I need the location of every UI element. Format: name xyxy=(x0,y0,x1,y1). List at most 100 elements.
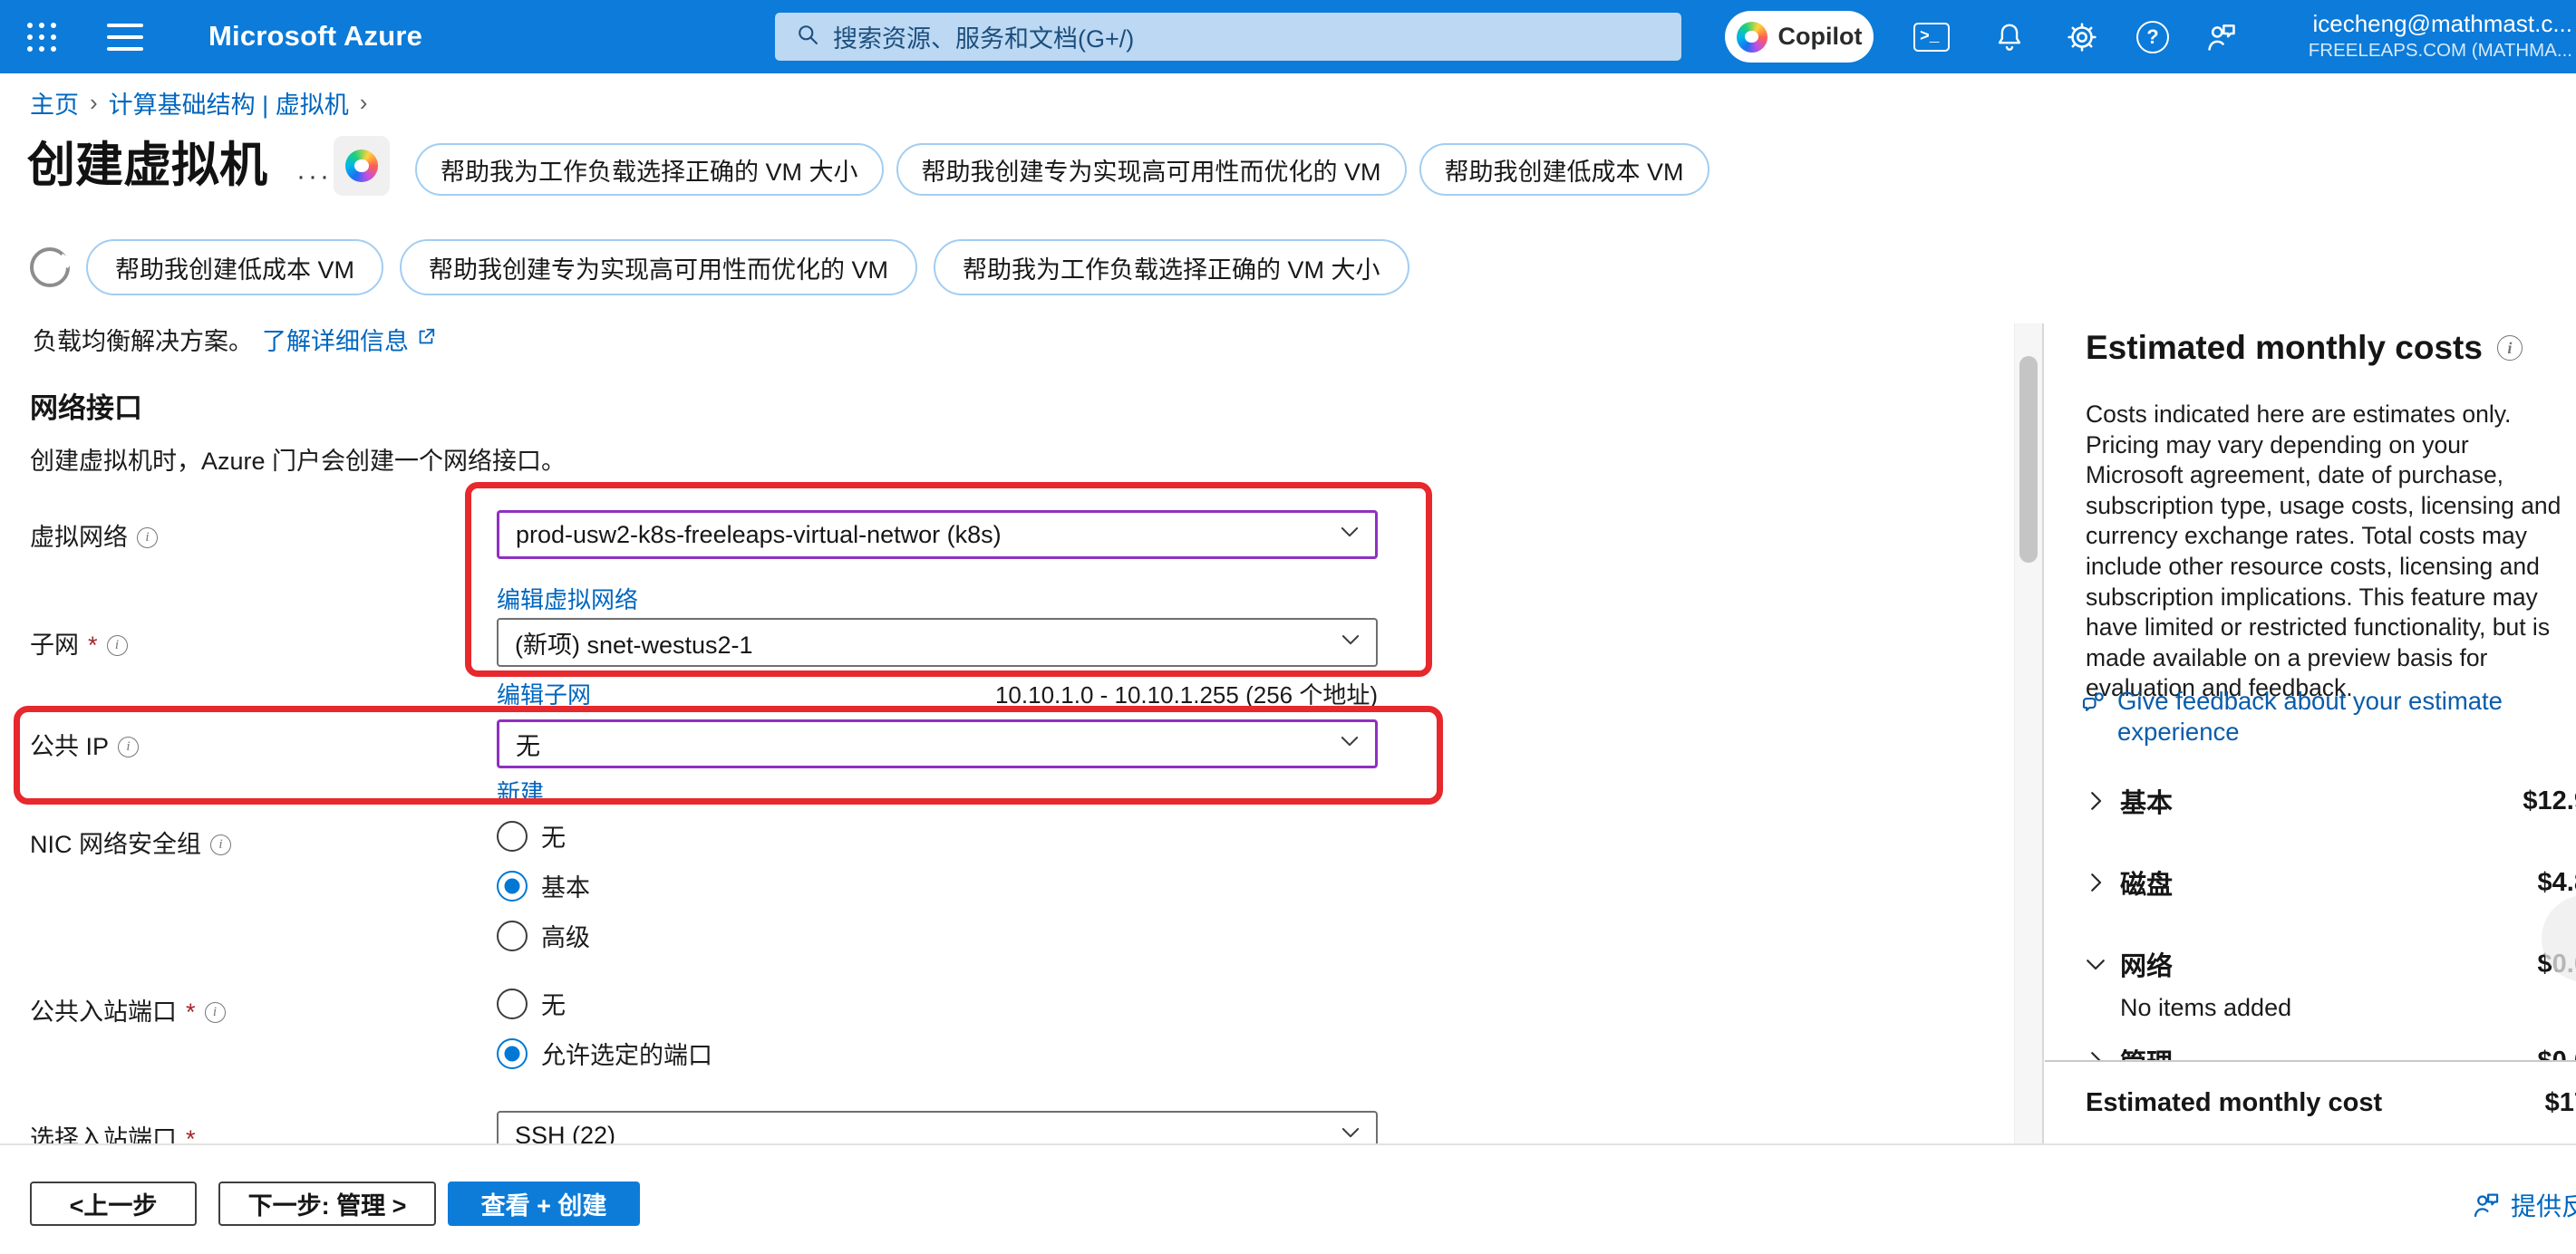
search-icon xyxy=(795,22,820,52)
info-icon[interactable]: i xyxy=(2497,335,2523,361)
breadcrumb-section[interactable]: 计算基础结构 | 虚拟机 xyxy=(109,85,349,121)
speech-bubbles-icon xyxy=(2079,690,2106,717)
inbound-option-allow-selected[interactable]: 允许选定的端口 xyxy=(497,1036,712,1071)
chevron-down-icon xyxy=(1338,1120,1363,1144)
copilot-chip[interactable]: 帮助我创建专为实现高可用性而优化的 VM xyxy=(400,239,917,295)
page-title: 创建虚拟机 xyxy=(27,127,267,196)
scrollbar-thumb[interactable] xyxy=(2019,356,2038,563)
edit-subnet-link[interactable]: 编辑子网 xyxy=(497,677,591,710)
feedback-button[interactable] xyxy=(2201,16,2242,58)
top-bar: Microsoft Azure 搜索资源、服务和文档(G+/) Copilot … xyxy=(0,0,2576,73)
vertical-scrollbar[interactable] xyxy=(2014,323,2042,1143)
radio-button[interactable] xyxy=(497,989,528,1019)
radio-button-selected[interactable] xyxy=(497,871,528,902)
nsg-option-basic[interactable]: 基本 xyxy=(497,868,590,903)
gear-icon xyxy=(2066,21,2098,53)
account-email: icecheng@mathmast.c... xyxy=(2309,10,2572,39)
network-empty-note: No items added xyxy=(2120,994,2291,1022)
total-label: Estimated monthly cost xyxy=(2086,1088,2382,1118)
subnet-dropdown[interactable]: (新项) snet-westus2-1 xyxy=(497,618,1378,667)
chevron-down-icon xyxy=(1338,627,1363,659)
panel-divider xyxy=(2042,323,2044,1143)
account-tenant: FREELEAPS.COM (MATHMA... xyxy=(2309,39,2572,62)
help-button[interactable]: ? xyxy=(2132,16,2174,58)
learn-more-link[interactable]: 了解详细信息 xyxy=(262,322,436,357)
chevron-down-icon xyxy=(1337,728,1362,760)
create-new-public-ip-link[interactable]: 新建 xyxy=(497,775,544,808)
estimate-feedback-link[interactable]: Give feedback about your estimate experi… xyxy=(2079,686,2514,748)
app-launcher-icon[interactable] xyxy=(24,20,60,54)
copilot-suggestions-button[interactable] xyxy=(334,136,390,196)
copilot-chip[interactable]: 帮助我创建低成本 VM xyxy=(1419,143,1709,196)
inbound-option-none[interactable]: 无 xyxy=(497,986,566,1021)
chevron-down-icon xyxy=(2082,950,2113,978)
breadcrumb: 主页 › 计算基础结构 | 虚拟机 › xyxy=(30,85,367,121)
intro-text-line: 负载均衡解决方案。 了解详细信息 xyxy=(33,322,436,357)
review-create-button[interactable]: 查看 + 创建 xyxy=(448,1182,640,1226)
settings-button[interactable] xyxy=(2061,16,2103,58)
breadcrumb-home[interactable]: 主页 xyxy=(30,85,79,121)
nsg-option-advanced[interactable]: 高级 xyxy=(497,918,590,953)
select-inbound-ports-dropdown[interactable]: SSH (22) xyxy=(497,1111,1378,1143)
external-link-icon xyxy=(416,325,436,353)
public-ip-label: 公共 IP i xyxy=(30,731,139,762)
brand-title[interactable]: Microsoft Azure xyxy=(208,20,422,53)
copilot-chip[interactable]: 帮助我为工作负载选择正确的 VM 大小 xyxy=(934,239,1409,295)
cloud-shell-button[interactable]: >_ xyxy=(1911,16,1952,58)
bell-icon xyxy=(1993,21,2026,53)
copilot-outline-icon xyxy=(30,247,70,287)
estimated-costs-panel: Estimated monthly costs i Costs indicate… xyxy=(2045,323,2576,1143)
copilot-chip[interactable]: 帮助我创建专为实现高可用性而优化的 VM xyxy=(896,143,1407,196)
radio-button-selected[interactable] xyxy=(497,1038,528,1069)
previous-step-button[interactable]: <上一步 xyxy=(30,1182,197,1226)
costs-panel-title: Estimated monthly costs i xyxy=(2086,329,2523,367)
person-feedback-icon xyxy=(2471,1190,2502,1220)
breadcrumb-separator: › xyxy=(90,89,98,117)
radio-button[interactable] xyxy=(497,821,528,852)
footer-feedback-link[interactable]: 提供反馈 xyxy=(2471,1187,2576,1223)
nsg-option-none[interactable]: 无 xyxy=(497,818,566,854)
more-actions-button[interactable]: ··· xyxy=(296,161,332,192)
info-icon[interactable]: i xyxy=(205,1002,226,1023)
chevron-right-icon xyxy=(2082,869,2113,896)
virtual-network-dropdown[interactable]: prod-usw2-k8s-freeleaps-virtual-networ (… xyxy=(497,510,1378,559)
next-step-button[interactable]: 下一步: 管理 > xyxy=(218,1182,436,1226)
help-icon: ? xyxy=(2136,21,2169,53)
nic-nsg-label: NIC 网络安全组 i xyxy=(30,829,231,860)
info-icon[interactable]: i xyxy=(137,527,158,548)
copilot-icon xyxy=(1737,22,1767,53)
copilot-button[interactable]: Copilot xyxy=(1725,11,1874,63)
breadcrumb-separator: › xyxy=(360,89,368,117)
info-icon[interactable]: i xyxy=(107,635,128,656)
notifications-button[interactable] xyxy=(1989,16,2030,58)
copilot-suggestion-chips-top: 帮助我为工作负载选择正确的 VM 大小 帮助我创建专为实现高可用性而优化的 VM… xyxy=(415,143,1709,196)
subnet-address-range: 10.10.1.0 - 10.10.1.255 (256 个地址) xyxy=(816,677,1378,710)
cost-row-disk[interactable]: 磁盘 $4.8 xyxy=(2082,863,2576,902)
cost-row-basic[interactable]: 基本 $12.9 xyxy=(2082,781,2576,821)
total-amount: $17 xyxy=(2545,1088,2576,1118)
copilot-chip[interactable]: 帮助我为工作负载选择正确的 VM 大小 xyxy=(415,143,884,196)
copilot-chip[interactable]: 帮助我创建低成本 VM xyxy=(86,239,383,295)
subnet-label: 子网 * i xyxy=(30,630,128,661)
info-icon[interactable]: i xyxy=(210,834,231,855)
public-ip-dropdown[interactable]: 无 xyxy=(497,719,1378,768)
global-search-input[interactable]: 搜索资源、服务和文档(G+/) xyxy=(775,13,1681,61)
radio-button[interactable] xyxy=(497,921,528,951)
virtual-network-label: 虚拟网络 i xyxy=(30,522,158,553)
public-inbound-ports-label: 公共入站端口 * i xyxy=(30,997,226,1027)
azure-portal-create-vm-page: Microsoft Azure 搜索资源、服务和文档(G+/) Copilot … xyxy=(0,0,2576,1254)
costs-disclaimer: Costs indicated here are estimates only.… xyxy=(2086,400,2570,704)
info-icon[interactable]: i xyxy=(118,737,139,757)
terminal-icon: >_ xyxy=(1913,23,1950,52)
select-inbound-ports-label: 选择入站端口 * xyxy=(30,1124,196,1143)
portal-menu-icon[interactable] xyxy=(107,24,143,51)
account-menu[interactable]: icecheng@mathmast.c... FREELEAPS.COM (MA… xyxy=(2309,10,2572,62)
person-feedback-icon xyxy=(2204,20,2239,54)
section-description: 创建虚拟机时，Azure 门户会创建一个网络接口。 xyxy=(30,441,566,477)
wizard-footer: <上一步 下一步: 管理 > 查看 + 创建 提供反馈 xyxy=(0,1143,2576,1254)
copilot-suggestion-chips-second: 帮助我创建低成本 VM 帮助我创建专为实现高可用性而优化的 VM 帮助我为工作负… xyxy=(30,239,1409,295)
cost-row-network[interactable]: 网络 $0.0 xyxy=(2082,944,2576,984)
edit-virtual-network-link[interactable]: 编辑虚拟网络 xyxy=(497,582,638,615)
section-title: 网络接口 xyxy=(30,385,142,426)
networking-tab-content: 负载均衡解决方案。 了解详细信息 网络接口 创建虚拟机时，Azure 门户会创建… xyxy=(0,322,2014,1143)
